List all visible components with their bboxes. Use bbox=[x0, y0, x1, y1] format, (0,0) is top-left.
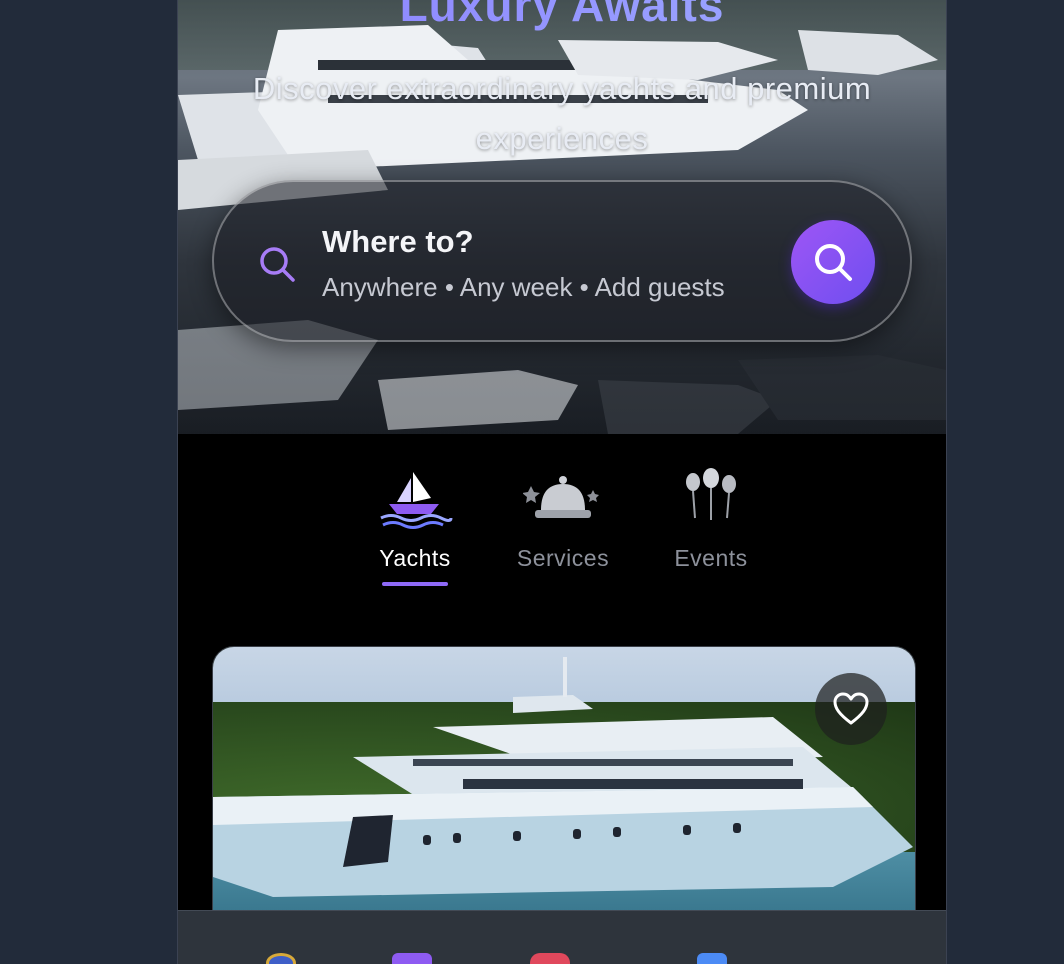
tab-label: Yachts bbox=[379, 545, 451, 571]
bottom-navigation bbox=[178, 910, 946, 964]
hero-title: Luxury Awaits bbox=[178, 0, 946, 32]
favorite-button[interactable] bbox=[815, 673, 887, 745]
listing-card[interactable] bbox=[212, 646, 916, 948]
search-title: Where to? bbox=[322, 224, 474, 259]
tab-label: Services bbox=[516, 545, 610, 571]
tab-label: Events bbox=[674, 545, 748, 571]
hero-section: Luxury Awaits Discover extraordinary yac… bbox=[178, 0, 946, 434]
service-bell-icon bbox=[522, 476, 599, 518]
active-tab-indicator bbox=[382, 582, 448, 586]
balloons-icon bbox=[686, 468, 736, 520]
tab-services[interactable]: Services bbox=[503, 468, 623, 572]
explore-icon[interactable] bbox=[266, 953, 296, 964]
search-bar[interactable]: Where to? Anywhere • Any week • Add gues… bbox=[212, 180, 912, 342]
profile-icon[interactable] bbox=[697, 953, 727, 964]
hero-subtitle: Discover extraordinary yachts and premiu… bbox=[252, 71, 872, 156]
app-screen: Luxury Awaits Discover extraordinary yac… bbox=[177, 0, 947, 964]
sailboat-icon bbox=[380, 472, 453, 529]
tab-events[interactable]: Events bbox=[651, 468, 771, 572]
calendar-icon[interactable] bbox=[392, 953, 432, 964]
search-icon bbox=[260, 247, 295, 282]
search-icon bbox=[815, 244, 852, 281]
category-tabs: Yachts Services Events bbox=[178, 434, 946, 614]
search-summary: Anywhere • Any week • Add guests bbox=[322, 272, 725, 302]
yacht-photo bbox=[213, 657, 913, 897]
search-button[interactable] bbox=[791, 220, 875, 304]
tab-yachts[interactable]: Yachts bbox=[355, 468, 475, 572]
favorites-icon[interactable] bbox=[530, 953, 570, 964]
heart-icon bbox=[833, 692, 869, 725]
